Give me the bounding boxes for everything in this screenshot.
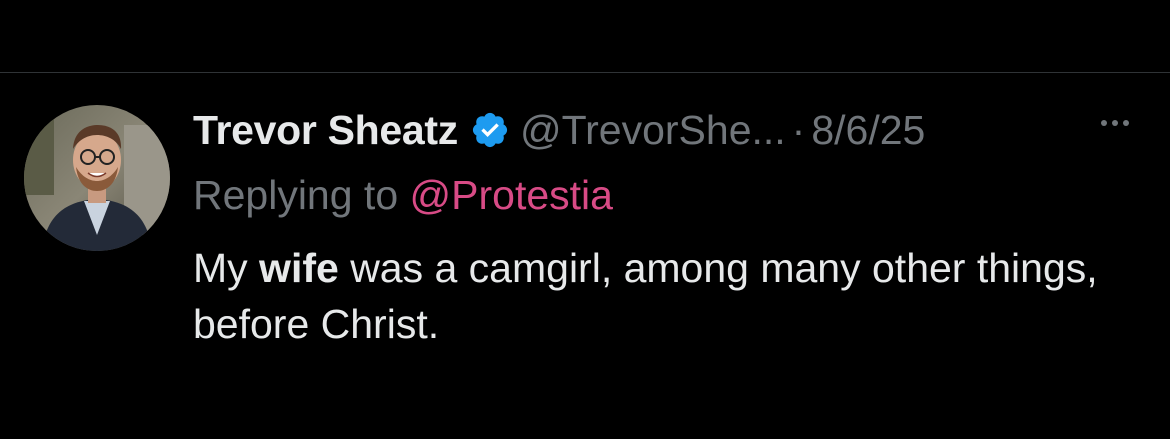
- tweet-text-part1: My: [193, 245, 260, 291]
- top-divider: [0, 72, 1170, 73]
- user-handle[interactable]: @TrevorShe...: [520, 107, 786, 154]
- verified-badge-icon[interactable]: [470, 110, 510, 150]
- separator-dot: ·: [791, 106, 806, 153]
- more-horizontal-icon[interactable]: [1093, 108, 1137, 138]
- display-name[interactable]: Trevor Sheatz: [193, 107, 458, 154]
- avatar[interactable]: [24, 105, 170, 251]
- replying-to: Replying to @Protestia: [193, 170, 1143, 220]
- replying-to-handle[interactable]: @Protestia: [410, 172, 613, 218]
- tweet-text-bold: wife: [259, 245, 339, 291]
- tweet-date[interactable]: 8/6/25: [811, 107, 925, 154]
- tweet-content: Trevor Sheatz @TrevorShe... · 8/6/25 Rep…: [193, 100, 1143, 352]
- tweet-text: My wife was a camgirl, among many other …: [193, 240, 1133, 352]
- tweet-header: Trevor Sheatz @TrevorShe... · 8/6/25: [193, 100, 1143, 160]
- replying-to-label: Replying to: [193, 172, 410, 218]
